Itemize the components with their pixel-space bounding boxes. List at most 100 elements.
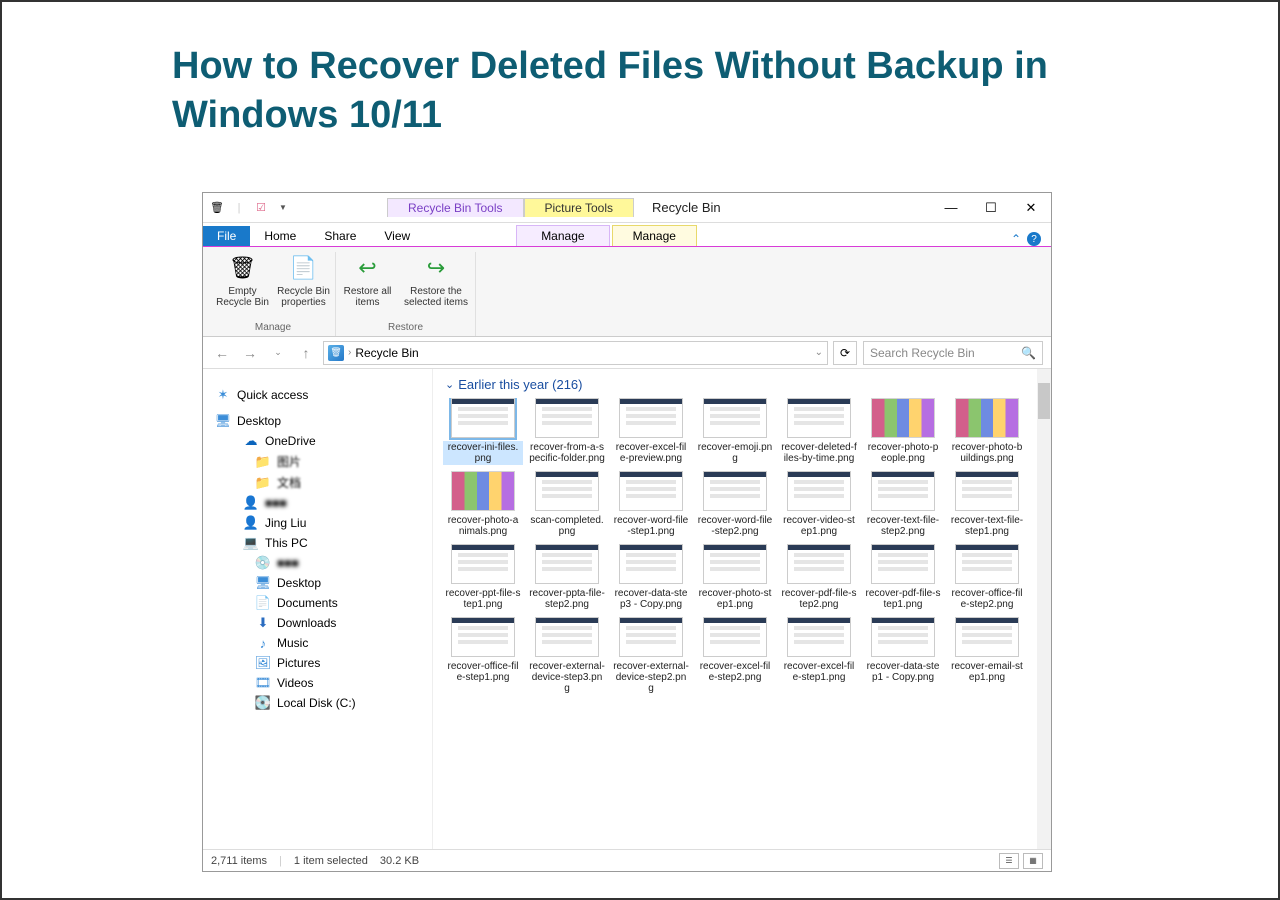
qat-dropdown-icon[interactable]: ▼	[275, 200, 291, 216]
file-item[interactable]: recover-data-step1 - Copy.png	[863, 617, 943, 695]
file-thumbnail	[955, 398, 1019, 438]
file-item[interactable]: recover-video-step1.png	[779, 471, 859, 538]
nav-user-blurred[interactable]: 👤■■■	[207, 493, 428, 513]
file-thumbnail	[451, 398, 515, 438]
nav-user-jing[interactable]: 👤Jing Liu	[207, 513, 428, 533]
search-input[interactable]: Search Recycle Bin 🔍	[863, 341, 1043, 365]
file-item[interactable]: recover-photo-buildings.png	[947, 398, 1027, 465]
tab-view[interactable]: View	[370, 226, 424, 246]
view-large-icons-button[interactable]: ▦	[1023, 853, 1043, 869]
qat-divider: |	[231, 200, 247, 216]
maximize-button[interactable]: ☐	[971, 194, 1011, 222]
file-item[interactable]: recover-word-file-step2.png	[695, 471, 775, 538]
file-name: recover-photo-step1.png	[695, 587, 775, 611]
tab-manage-picture[interactable]: Manage	[612, 225, 697, 246]
nav-downloads[interactable]: ⬇Downloads	[207, 613, 428, 633]
file-thumbnail	[619, 617, 683, 657]
refresh-button[interactable]: ⟳	[833, 341, 857, 365]
nav-onedrive-item[interactable]: 📁文档	[207, 472, 428, 493]
ribbon-group-label: Manage	[255, 322, 291, 336]
scrollbar-thumb[interactable]	[1038, 383, 1050, 419]
nav-desktop[interactable]: 🖥Desktop	[207, 573, 428, 593]
forward-button[interactable]: →	[239, 342, 261, 364]
close-button[interactable]: ✕	[1011, 194, 1051, 222]
quick-access-toolbar: 🗑 | ☑ ▼	[203, 200, 297, 216]
file-item[interactable]: recover-ppt-file-step1.png	[443, 544, 523, 611]
file-item[interactable]: recover-external-device-step2.png	[611, 617, 691, 695]
file-item[interactable]: recover-excel-file-step1.png	[779, 617, 859, 695]
ribbon-tabs: File Home Share View Manage Manage ⌃ ?	[203, 223, 1051, 247]
file-item[interactable]: recover-photo-animals.png	[443, 471, 523, 538]
file-item[interactable]: recover-photo-people.png	[863, 398, 943, 465]
recycle-bin-icon: 🗑	[328, 345, 344, 361]
file-item[interactable]: recover-data-step3 - Copy.png	[611, 544, 691, 611]
content-pane: ⌄ Earlier this year (216) recover-ini-fi…	[433, 369, 1051, 849]
file-name: recover-office-file-step2.png	[947, 587, 1027, 611]
nav-pictures[interactable]: 🖼Pictures	[207, 653, 428, 673]
properties-icon[interactable]: ☑	[253, 200, 269, 216]
up-button[interactable]: ↑	[295, 342, 317, 364]
nav-quick-access[interactable]: ✶Quick access	[207, 385, 428, 405]
window-controls: — ☐ ✕	[931, 194, 1051, 222]
file-item[interactable]: recover-ppta-file-step2.png	[527, 544, 607, 611]
nav-this-pc[interactable]: 💻This PC	[207, 533, 428, 553]
tab-file[interactable]: File	[203, 226, 250, 246]
file-item[interactable]: recover-word-file-step1.png	[611, 471, 691, 538]
breadcrumb[interactable]: 🗑 › Recycle Bin ⌄	[323, 341, 828, 365]
group-header[interactable]: ⌄ Earlier this year (216)	[433, 369, 1051, 398]
contextual-tabs: Recycle Bin Tools Picture Tools	[387, 198, 634, 217]
file-item[interactable]: recover-pdf-file-step2.png	[779, 544, 859, 611]
file-item[interactable]: recover-deleted-files-by-time.png	[779, 398, 859, 465]
file-item[interactable]: recover-photo-step1.png	[695, 544, 775, 611]
tab-recycle-tools[interactable]: Recycle Bin Tools	[387, 198, 524, 217]
chevron-down-icon[interactable]: ⌄	[815, 347, 823, 358]
file-item[interactable]: recover-emoji.png	[695, 398, 775, 465]
files-grid: recover-ini-files.pngrecover-from-a-spec…	[433, 398, 1051, 695]
restore-selected-button[interactable]: ↪ Restore the selected items	[401, 252, 471, 308]
file-item[interactable]: recover-text-file-step1.png	[947, 471, 1027, 538]
window-title: Recycle Bin	[634, 200, 739, 215]
back-button[interactable]: ←	[211, 342, 233, 364]
chevron-up-icon[interactable]: ⌃	[1011, 232, 1021, 246]
breadcrumb-segment[interactable]: Recycle Bin	[355, 346, 418, 360]
tab-share[interactable]: Share	[310, 226, 370, 246]
nav-local-disk-c[interactable]: 💽Local Disk (C:)	[207, 693, 428, 713]
nav-pc-blurred[interactable]: 💿■■■	[207, 553, 428, 573]
nav-music[interactable]: ♪Music	[207, 633, 428, 653]
recent-chevron-icon[interactable]: ⌄	[267, 342, 289, 364]
nav-videos[interactable]: 🎞Videos	[207, 673, 428, 693]
file-item[interactable]: recover-pdf-file-step1.png	[863, 544, 943, 611]
help-icon[interactable]: ?	[1027, 232, 1041, 246]
chevron-down-icon: ⌄	[445, 378, 454, 391]
restore-all-button[interactable]: ↩ Restore all items	[340, 252, 395, 308]
recycle-bin-properties-button[interactable]: 📄 Recycle Bin properties	[276, 252, 331, 308]
file-item[interactable]: recover-ini-files.png	[443, 398, 523, 465]
file-item[interactable]: recover-text-file-step2.png	[863, 471, 943, 538]
tab-manage-recycle[interactable]: Manage	[516, 225, 609, 246]
music-icon: ♪	[255, 635, 271, 651]
ribbon-group-restore: ↩ Restore all items ↪ Restore the select…	[336, 252, 476, 336]
file-item[interactable]: scan-completed.png	[527, 471, 607, 538]
vertical-scrollbar[interactable]	[1037, 369, 1051, 849]
file-item[interactable]: recover-excel-file-step2.png	[695, 617, 775, 695]
tab-home[interactable]: Home	[250, 226, 310, 246]
file-item[interactable]: recover-external-device-step3.png	[527, 617, 607, 695]
file-item[interactable]: recover-email-step1.png	[947, 617, 1027, 695]
file-name: recover-video-step1.png	[779, 514, 859, 538]
file-item[interactable]: recover-office-file-step1.png	[443, 617, 523, 695]
nav-documents[interactable]: 📄Documents	[207, 593, 428, 613]
status-separator: |	[279, 855, 282, 867]
minimize-button[interactable]: —	[931, 194, 971, 222]
file-name: scan-completed.png	[527, 514, 607, 538]
empty-recycle-bin-button[interactable]: 🗑 Empty Recycle Bin	[215, 252, 270, 308]
file-item[interactable]: recover-office-file-step2.png	[947, 544, 1027, 611]
view-details-button[interactable]: ☰	[999, 853, 1019, 869]
article-title: How to Recover Deleted Files Without Bac…	[2, 2, 1278, 171]
file-item[interactable]: recover-from-a-specific-folder.png	[527, 398, 607, 465]
nav-desktop-root[interactable]: 🖥Desktop	[207, 411, 428, 431]
file-item[interactable]: recover-excel-file-preview.png	[611, 398, 691, 465]
nav-onedrive[interactable]: ☁OneDrive	[207, 431, 428, 451]
tab-picture-tools[interactable]: Picture Tools	[524, 198, 634, 217]
file-name: recover-ini-files.png	[443, 441, 523, 465]
nav-onedrive-item[interactable]: 📁图片	[207, 451, 428, 472]
